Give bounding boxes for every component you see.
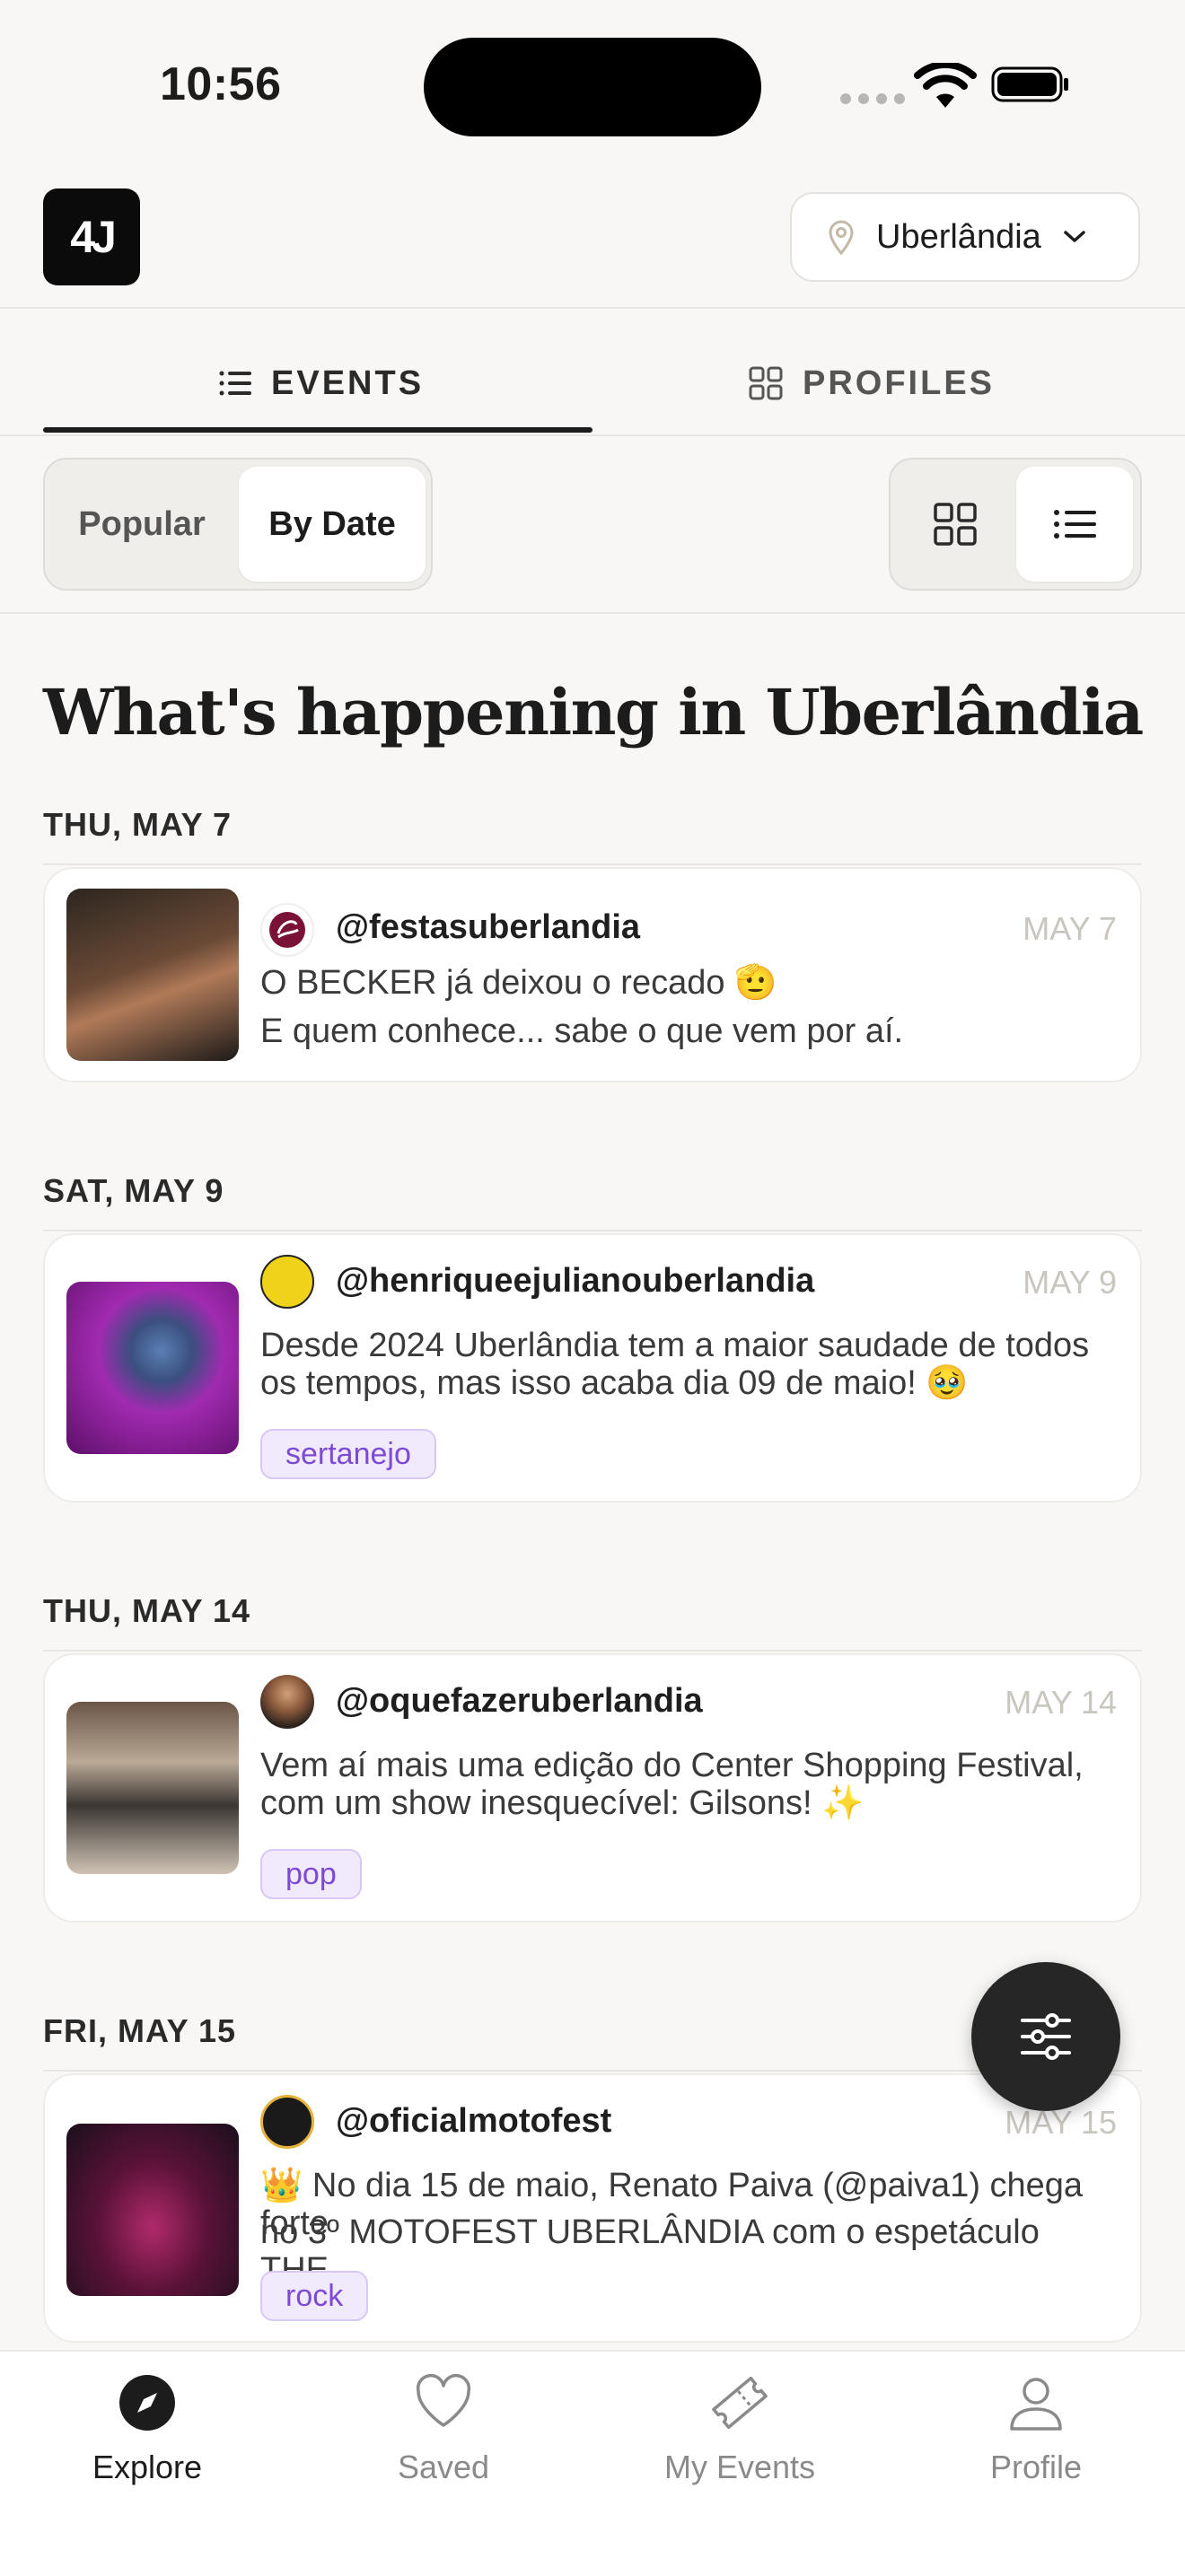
date-header: FRI, MAY 15 <box>43 2012 237 2049</box>
genre-tag[interactable]: sertanejo <box>260 1429 436 1479</box>
organizer-avatar <box>260 903 314 957</box>
divider <box>0 307 1185 309</box>
filter-fab-button[interactable] <box>971 1962 1120 2111</box>
event-thumbnail <box>66 2124 239 2296</box>
event-description-line: Desde 2024 Uberlândia tem a maior saudad… <box>260 1327 1090 1364</box>
event-card[interactable]: @oficialmotofest MAY 15 👑 No dia 15 de m… <box>43 2073 1142 2343</box>
sort-by-date-button[interactable]: By Date <box>239 467 426 582</box>
wifi-icon <box>914 63 977 108</box>
nav-saved[interactable]: Saved <box>309 2373 578 2486</box>
event-description-line: no 3º MOTOFEST UBERLÂNDIA com o espetácu… <box>260 2213 1040 2289</box>
event-date: MAY 7 <box>1023 910 1117 947</box>
sort-segmented-control: Popular By Date <box>43 458 433 591</box>
organizer-avatar <box>260 2095 314 2149</box>
event-date: MAY 9 <box>1023 1264 1117 1301</box>
event-description-line: com um show inesquecível: Gilsons! ✨ <box>260 1784 865 1822</box>
divider <box>0 434 1185 436</box>
organizer-handle[interactable]: @henriqueejulianouberlandia <box>336 1262 814 1301</box>
genre-tag[interactable]: rock <box>260 2271 369 2321</box>
date-header: SAT, MAY 9 <box>43 1172 224 1209</box>
divider <box>43 863 1142 865</box>
tab-profiles[interactable]: PROFILES <box>749 343 995 424</box>
person-icon <box>1010 2378 1062 2431</box>
app-logo[interactable]: 4J <box>43 188 140 285</box>
nav-saved-label: Saved <box>397 2449 490 2485</box>
bottom-navigation: Explore Saved My Events Profile <box>0 2350 1185 2576</box>
event-thumbnail <box>66 1702 239 1874</box>
event-card[interactable]: @festasuberlandia MAY 7 O BECKER já deix… <box>43 867 1142 1082</box>
dynamic-island <box>424 38 761 136</box>
date-header: THU, MAY 7 <box>43 806 233 843</box>
battery-icon <box>991 66 1068 102</box>
list-view-button[interactable] <box>1016 467 1133 582</box>
divider <box>43 2070 1142 2072</box>
organizer-avatar <box>260 1255 314 1309</box>
event-date: MAY 14 <box>1005 1684 1117 1721</box>
event-card[interactable]: @henriqueejulianouberlandia MAY 9 Desde … <box>43 1233 1142 1503</box>
nav-explore-label: Explore <box>92 2449 203 2485</box>
genre-tag[interactable]: pop <box>260 1849 362 1899</box>
city-label: Uberlândia <box>876 217 1041 256</box>
ticket-icon <box>712 2376 768 2430</box>
status-time: 10:56 <box>160 58 282 110</box>
date-header: THU, MAY 14 <box>43 1592 251 1629</box>
grid-view-button[interactable] <box>898 467 1013 582</box>
chevron-down-icon <box>1064 231 1085 242</box>
sliders-icon <box>1021 2013 1071 2060</box>
list-icon <box>1054 510 1096 539</box>
compass-icon <box>119 2375 175 2431</box>
tab-events-label: EVENTS <box>271 364 425 402</box>
event-card[interactable]: @oquefazeruberlandia MAY 14 Vem aí mais … <box>43 1653 1142 1923</box>
divider <box>0 612 1185 614</box>
list-icon <box>219 371 251 396</box>
event-description-line: O BECKER já deixou o recado 🫡 <box>260 964 777 1002</box>
tab-events[interactable]: EVENTS <box>219 343 424 424</box>
organizer-handle[interactable]: @festasuberlandia <box>336 908 640 947</box>
event-thumbnail <box>66 889 239 1061</box>
divider <box>43 1230 1142 1231</box>
organizer-handle[interactable]: @oficialmotofest <box>336 2102 611 2141</box>
event-description-line: os tempos, mas isso acaba dia 09 de maio… <box>260 1364 969 1402</box>
divider <box>43 1650 1142 1652</box>
event-description-line: Vem aí mais uma edição do Center Shoppin… <box>260 1747 1084 1784</box>
city-selector[interactable]: Uberlândia <box>790 192 1140 282</box>
nav-profile-label: Profile <box>989 2449 1083 2485</box>
grid-icon <box>934 503 977 546</box>
nav-my-events-label: My Events <box>663 2449 816 2485</box>
view-toggle <box>889 458 1142 591</box>
tab-active-indicator <box>43 427 592 433</box>
cellular-signal-icon <box>840 93 905 104</box>
nav-explore[interactable]: Explore <box>13 2373 282 2486</box>
location-pin-icon <box>829 220 854 255</box>
heart-icon <box>416 2374 471 2427</box>
sort-popular-button[interactable]: Popular <box>52 467 232 582</box>
grid-icon <box>749 366 783 400</box>
nav-profile[interactable]: Profile <box>901 2373 1171 2486</box>
event-thumbnail <box>66 1282 239 1454</box>
nav-my-events[interactable]: My Events <box>605 2373 874 2486</box>
organizer-handle[interactable]: @oquefazeruberlandia <box>336 1682 703 1721</box>
tab-profiles-label: PROFILES <box>803 364 996 402</box>
event-description-line: E quem conhece... sabe o que vem por aí. <box>260 1012 904 1050</box>
organizer-avatar <box>260 1675 314 1729</box>
page-title: What's happening in Uberlândia <box>43 675 1144 749</box>
